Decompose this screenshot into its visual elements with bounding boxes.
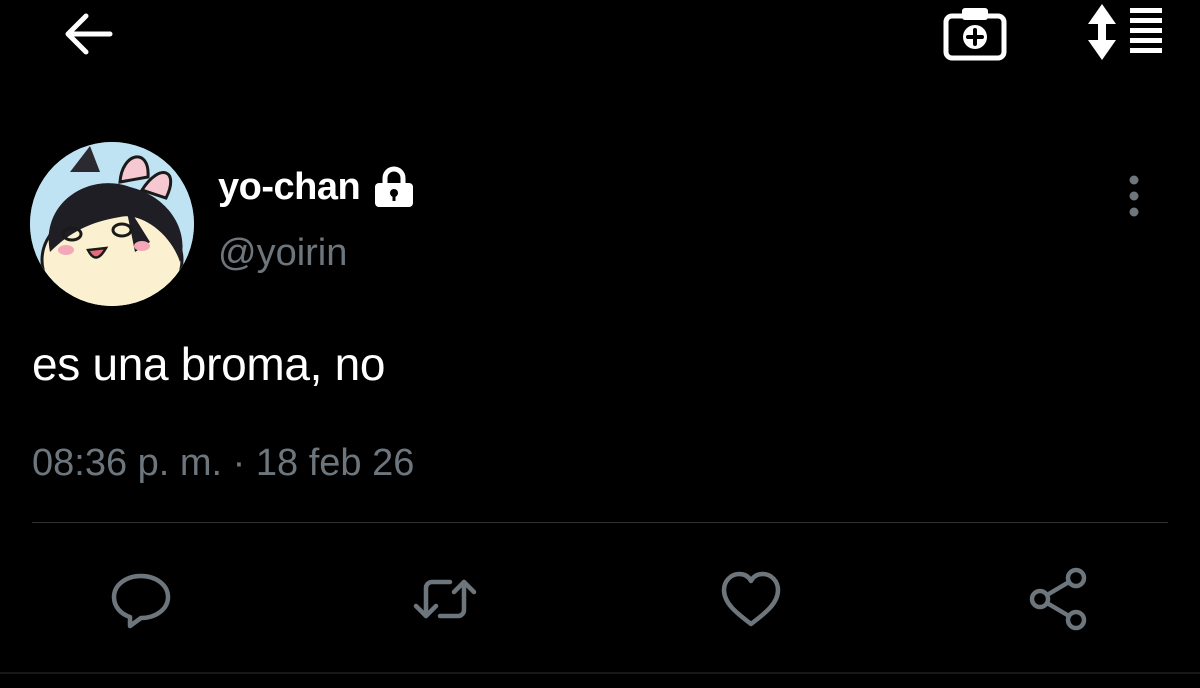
like-icon [721, 571, 781, 627]
tweet-timestamp[interactable]: 08:36 p. m. · 18 feb 26 [32, 442, 414, 485]
lock-icon [372, 166, 416, 208]
sort-list-icon [1088, 4, 1162, 60]
camera-plus-icon [943, 8, 1007, 61]
more-vertical-icon [1129, 175, 1139, 217]
reply-icon [111, 573, 171, 629]
share-button[interactable] [1026, 566, 1092, 632]
retweet-button[interactable] [412, 566, 478, 632]
top-bar [0, 0, 1200, 72]
bottom-divider [0, 672, 1200, 674]
divider [32, 522, 1168, 523]
camera-button[interactable] [940, 2, 1010, 64]
avatar-illustration [30, 142, 194, 306]
display-name[interactable]: yo-chan [218, 166, 361, 209]
reply-button[interactable] [108, 566, 174, 632]
author-name-row[interactable]: yo-chan [218, 163, 416, 211]
more-options-button[interactable] [1116, 172, 1152, 220]
sort-button[interactable] [1082, 2, 1168, 64]
tweet-text: es una broma, no [32, 338, 386, 390]
back-button[interactable] [58, 4, 118, 64]
arrow-left-icon [65, 13, 113, 55]
share-icon [1029, 567, 1087, 631]
like-button[interactable] [718, 566, 784, 632]
avatar[interactable] [30, 142, 194, 306]
retweet-icon [413, 579, 477, 619]
author-handle[interactable]: @yoirin [218, 232, 347, 275]
